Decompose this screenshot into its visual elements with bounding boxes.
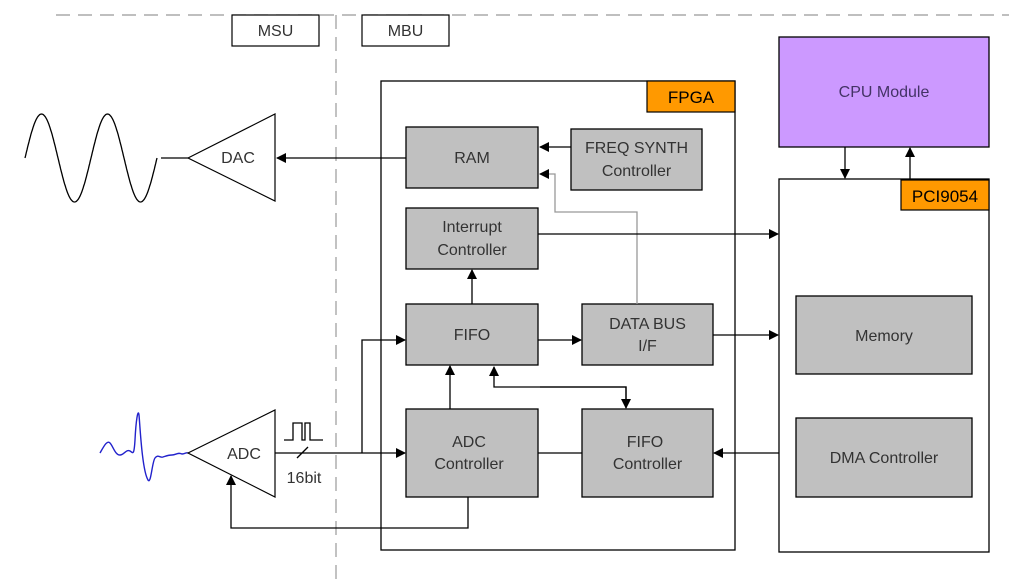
interrupt-label-line2: Controller: [437, 242, 507, 259]
adc-controller-block: ADC Controller: [405, 408, 539, 498]
ram-block: RAM: [405, 126, 539, 189]
cpu-module-label: CPU Module: [839, 84, 930, 101]
mbu-label: MBU: [388, 23, 424, 40]
pulse-train-icon: [284, 422, 323, 441]
fifo-controller-label-line2: Controller: [613, 456, 683, 473]
fpga-label: FPGA: [668, 88, 715, 107]
data-bus-if-block: DATA BUS I/F: [581, 303, 714, 366]
adc-controller-label-line2: Controller: [434, 456, 504, 473]
msu-label-box: MSU: [231, 14, 320, 47]
dac-label: DAC: [221, 150, 255, 167]
data-bus-label-line2: I/F: [638, 338, 657, 355]
data-bus-to-ram-arrow: [539, 169, 638, 304]
fifo-to-fifo-controller-arrow: [540, 386, 631, 409]
input-signal-waveform: [99, 412, 189, 482]
interrupt-controller-block: Interrupt Controller: [405, 207, 539, 270]
adc-to-fifo-arrow: [361, 335, 406, 453]
dma-controller-block: DMA Controller: [795, 417, 973, 498]
fifo-controller-to-fifo-arrow: [489, 366, 627, 400]
ram-label: RAM: [454, 150, 490, 167]
interrupt-label-line1: Interrupt: [442, 219, 502, 236]
block-diagram: MSU MBU FPGA CPU Module PCI9054 RAM FREQ…: [0, 0, 1009, 585]
memory-block: Memory: [795, 295, 973, 375]
fifo-controller-block: FIFO Controller: [581, 408, 714, 498]
mbu-label-box: MBU: [361, 14, 450, 47]
adc-controller-label-line1: ADC: [452, 434, 486, 451]
fifo-label: FIFO: [454, 327, 490, 344]
fifo-controller-label-line1: FIFO: [627, 434, 663, 451]
freq-synth-label-line1: FREQ SYNTH: [585, 140, 688, 157]
dma-controller-label: DMA Controller: [830, 450, 939, 467]
freq-synth-controller-block: FREQ SYNTH Controller: [570, 128, 703, 191]
pci9054-label: PCI9054: [912, 187, 978, 206]
diagram-canvas: MSU MBU FPGA CPU Module PCI9054 RAM FREQ…: [24, 14, 1009, 585]
msu-label: MSU: [258, 23, 294, 40]
sine-output-signal: [24, 113, 158, 203]
fifo-block: FIFO: [405, 303, 539, 366]
adc-label: ADC: [227, 446, 261, 463]
bus-width-label: 16bit: [287, 470, 322, 487]
memory-label: Memory: [855, 328, 913, 345]
freq-synth-label-line2: Controller: [602, 163, 672, 180]
data-bus-label-line1: DATA BUS: [609, 316, 686, 333]
